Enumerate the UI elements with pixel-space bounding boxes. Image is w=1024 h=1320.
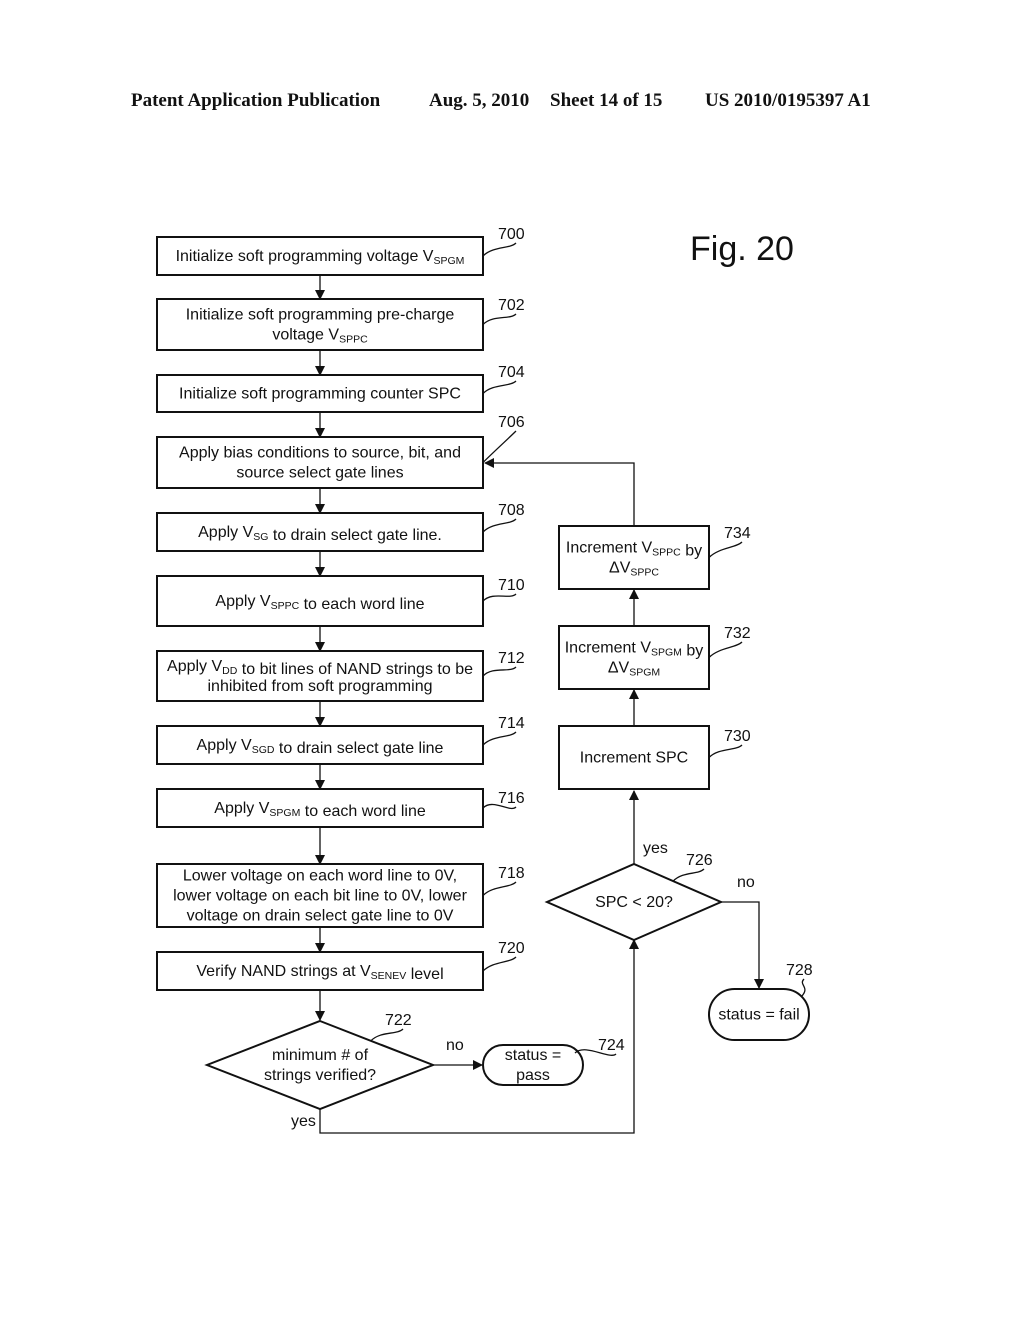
step-730: Increment SPC 730 bbox=[558, 725, 751, 790]
reference-number: 734 bbox=[724, 525, 751, 542]
reference-leader bbox=[482, 518, 517, 533]
reference-number: 718 bbox=[498, 865, 525, 882]
step-728: status = fail 728 bbox=[708, 962, 813, 1041]
step-722: minimum # of strings verified? 722 bbox=[204, 1012, 436, 1111]
edge-label-722-no: no bbox=[446, 1037, 464, 1054]
reference-number: 726 bbox=[686, 852, 713, 869]
step-label: minimum # of bbox=[272, 1047, 369, 1064]
reference-number: 716 bbox=[498, 790, 525, 807]
reference-number: 704 bbox=[498, 364, 525, 381]
step-724: status = pass 724 bbox=[482, 1037, 625, 1086]
step-label: Lower voltage on each word line to 0V, bbox=[183, 868, 457, 885]
step-label: Initialize soft programming voltage VSPG… bbox=[176, 248, 465, 267]
step-702: Initialize soft programming pre-chargevo… bbox=[156, 297, 525, 351]
step-712: Apply VDD to bit lines of NAND strings t… bbox=[156, 650, 525, 702]
edge-label-722-yes: yes bbox=[291, 1113, 316, 1130]
step-708: Apply VSG to drain select gate line.708 bbox=[156, 502, 525, 552]
reference-number: 732 bbox=[724, 625, 751, 642]
reference-leader bbox=[672, 868, 705, 882]
reference-number: 722 bbox=[385, 1012, 412, 1029]
reference-number: 708 bbox=[498, 502, 525, 519]
flowchart: Fig. 20 no yes yes no Initialize soft pr… bbox=[156, 226, 813, 1134]
step-720: Verify NAND strings at VSENEV level720 bbox=[156, 940, 525, 991]
step-label: source select gate lines bbox=[236, 465, 403, 482]
step-714: Apply VSGD to drain select gate line714 bbox=[156, 715, 525, 765]
reference-number: 714 bbox=[498, 715, 525, 732]
reference-number: 724 bbox=[598, 1037, 625, 1054]
step-label: status = fail bbox=[718, 1007, 799, 1024]
reference-leader bbox=[708, 744, 743, 758]
step-718: Lower voltage on each word line to 0V, lo… bbox=[156, 863, 525, 928]
step-label: strings verified? bbox=[264, 1067, 376, 1084]
arrow-726-728 bbox=[721, 901, 764, 989]
reference-number: 710 bbox=[498, 577, 525, 594]
step-label: Initialize soft programming counter SPC bbox=[179, 386, 461, 403]
step-734: Increment VSPPC byΔVSPPC734 bbox=[558, 525, 751, 590]
reference-leader bbox=[482, 881, 517, 896]
reference-number: 700 bbox=[498, 226, 525, 243]
step-732: Increment VSPGM byΔVSPGM732 bbox=[558, 625, 751, 690]
reference-leader bbox=[708, 541, 743, 558]
reference-leader bbox=[482, 313, 517, 325]
step-710: Apply VSPPC to each word line710 bbox=[156, 575, 525, 627]
step-label: Initialize soft programming pre-charge bbox=[186, 307, 455, 324]
figure-title: Fig. 20 bbox=[690, 230, 794, 268]
step-700: Initialize soft programming voltage VSPG… bbox=[156, 226, 525, 276]
step-label: voltage on drain select gate line to 0V bbox=[187, 908, 454, 925]
edge-label-726-yes: yes bbox=[643, 840, 668, 857]
reference-leader bbox=[482, 430, 517, 463]
reference-number: 730 bbox=[724, 728, 751, 745]
edge-label-726-no: no bbox=[737, 874, 755, 891]
reference-leader bbox=[370, 1028, 404, 1042]
step-716: Apply VSPGM to each word line716 bbox=[156, 788, 525, 828]
reference-number: 712 bbox=[498, 650, 525, 667]
reference-leader bbox=[708, 641, 743, 658]
step-706: Apply bias conditions to source, bit, an… bbox=[156, 414, 525, 489]
step-726: SPC < 20? 726 bbox=[544, 852, 724, 942]
reference-leader bbox=[482, 666, 517, 677]
step-704: Initialize soft programming counter SPC 7… bbox=[156, 364, 525, 413]
reference-leader bbox=[482, 242, 517, 257]
step-label: SPC < 20? bbox=[595, 894, 673, 911]
step-label: Increment SPC bbox=[580, 750, 688, 767]
decision-diamond bbox=[204, 1019, 436, 1111]
reference-number: 720 bbox=[498, 940, 525, 957]
reference-leader bbox=[800, 978, 806, 998]
step-label: lower voltage on each bit line to 0V, lo… bbox=[173, 888, 467, 905]
step-label: inhibited from soft programming bbox=[208, 678, 433, 695]
reference-leader bbox=[482, 380, 517, 394]
reference-leader bbox=[482, 593, 517, 602]
reference-leader bbox=[482, 956, 517, 972]
reference-number: 702 bbox=[498, 297, 525, 314]
reference-number: 706 bbox=[498, 414, 525, 431]
step-label: Apply bias conditions to source, bit, an… bbox=[179, 445, 461, 462]
reference-leader bbox=[482, 731, 517, 746]
reference-number: 728 bbox=[786, 962, 813, 979]
step-label: status = bbox=[505, 1047, 561, 1064]
step-label: pass bbox=[516, 1067, 550, 1084]
